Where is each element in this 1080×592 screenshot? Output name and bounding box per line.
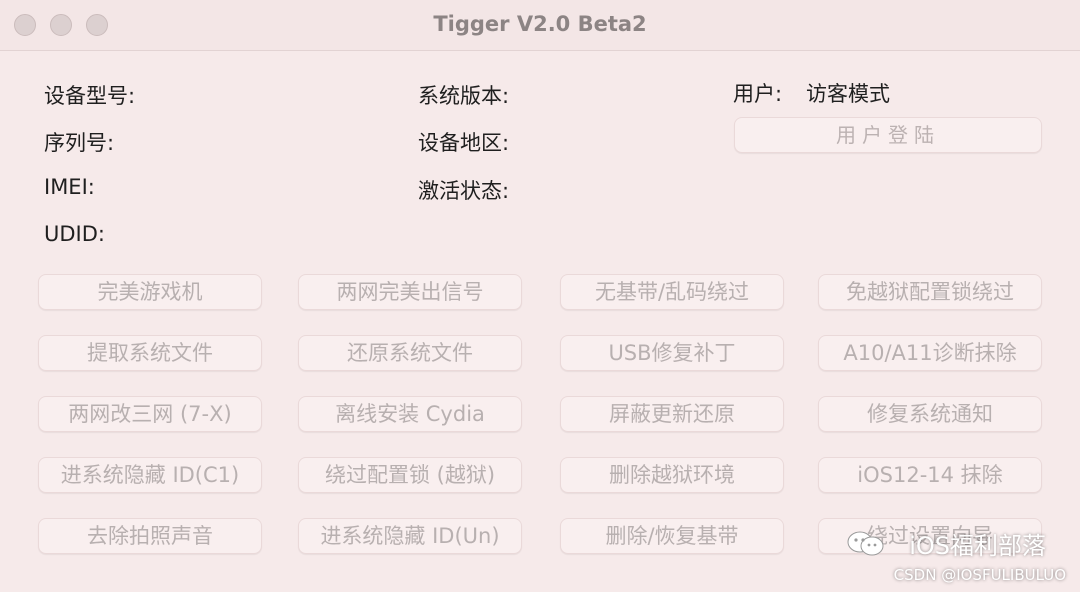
device-model-label: 设备型号: bbox=[44, 84, 136, 108]
remove-jailbreak-button[interactable]: 删除越狱环境 bbox=[560, 457, 784, 493]
device-region-label: 设备地区: bbox=[418, 131, 510, 155]
extract-system-files-button[interactable]: 提取系统文件 bbox=[38, 335, 262, 371]
system-version-label: 系统版本: bbox=[418, 84, 510, 108]
restore-system-files-button[interactable]: 还原系统文件 bbox=[298, 335, 522, 371]
window-title: Tigger V2.0 Beta2 bbox=[433, 12, 647, 36]
repair-notifications-button[interactable]: 修复系统通知 bbox=[818, 396, 1042, 432]
activation-status-label: 激活状态: bbox=[418, 179, 510, 203]
perfect-game-console-button[interactable]: 完美游戏机 bbox=[38, 274, 262, 310]
config-lock-bypass-button[interactable]: 免越狱配置锁绕过 bbox=[818, 274, 1042, 310]
remove-shutter-sound-button[interactable]: 去除拍照声音 bbox=[38, 518, 262, 554]
wechat-watermark-icon bbox=[847, 531, 884, 556]
block-update-restore-button[interactable]: 屏蔽更新还原 bbox=[560, 396, 784, 432]
two-network-signal-button[interactable]: 两网完美出信号 bbox=[298, 274, 522, 310]
imei-label: IMEI: bbox=[44, 175, 95, 199]
two-to-three-network-button[interactable]: 两网改三网 (7-X) bbox=[38, 396, 262, 432]
hide-id-un-button[interactable]: 进系统隐藏 ID(Un) bbox=[298, 518, 522, 554]
user-value: 访客模式 bbox=[806, 82, 890, 106]
ios-erase-button[interactable]: iOS12-14 抹除 bbox=[818, 457, 1042, 493]
udid-label: UDID: bbox=[44, 222, 105, 246]
title-bar: Tigger V2.0 Beta2 bbox=[0, 0, 1080, 51]
baseband-bypass-button[interactable]: 无基带/乱码绕过 bbox=[560, 274, 784, 310]
csdn-watermark: CSDN @IOSFULIBULUO bbox=[893, 566, 1066, 584]
diagnostic-erase-button[interactable]: A10/A11诊断抹除 bbox=[818, 335, 1042, 371]
user-label: 用户: bbox=[733, 82, 783, 106]
hide-id-c1-button[interactable]: 进系统隐藏 ID(C1) bbox=[38, 457, 262, 493]
baseband-toggle-button[interactable]: 删除/恢复基带 bbox=[560, 518, 784, 554]
login-button[interactable]: 用户登陆 bbox=[734, 117, 1042, 153]
install-cydia-button[interactable]: 离线安装 Cydia bbox=[298, 396, 522, 432]
serial-label: 序列号: bbox=[44, 131, 115, 155]
usb-repair-patch-button[interactable]: USB修复补丁 bbox=[560, 335, 784, 371]
watermark-text: iOS福利部落 bbox=[909, 532, 1046, 560]
bypass-config-lock-jailbreak-button[interactable]: 绕过配置锁 (越狱) bbox=[298, 457, 522, 493]
